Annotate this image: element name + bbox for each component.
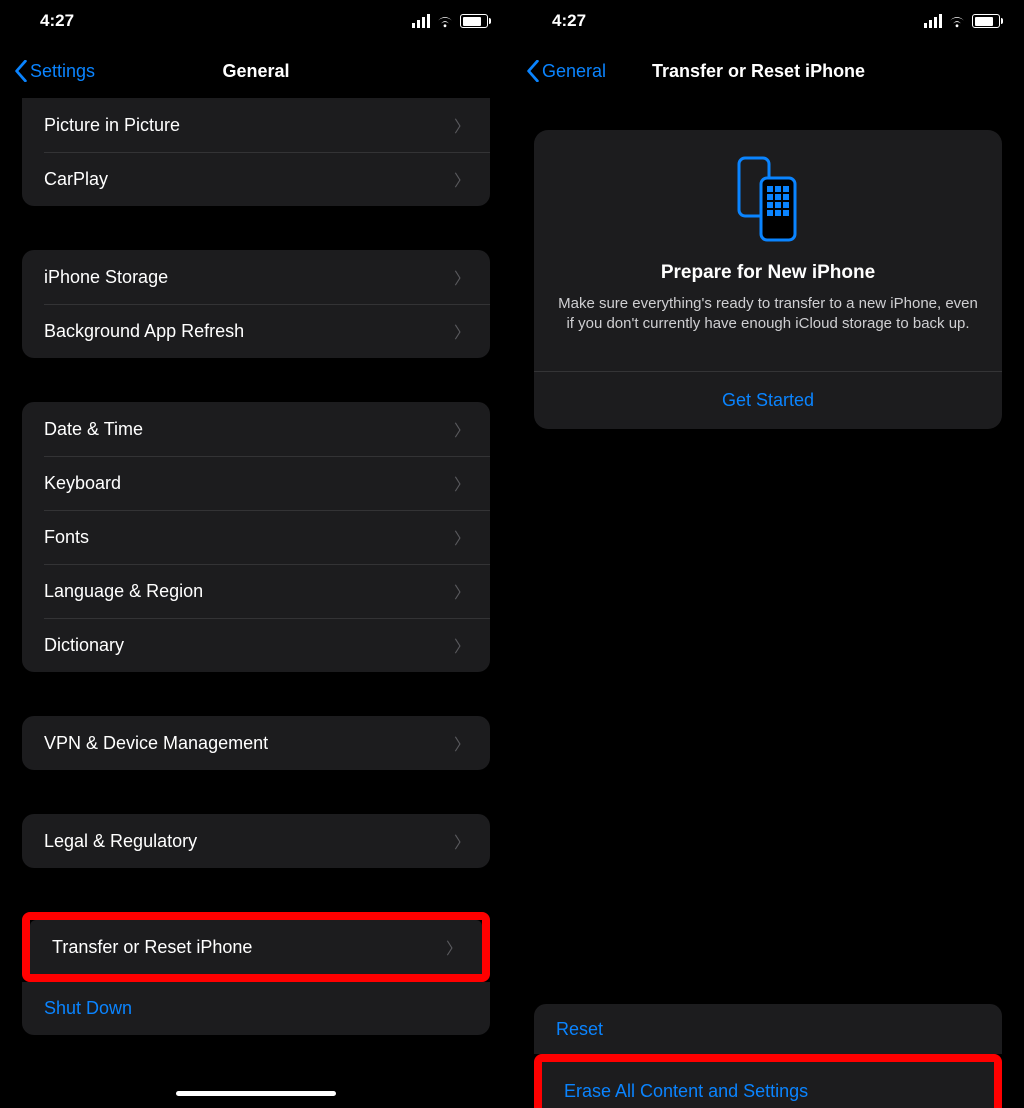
wifi-icon [436, 14, 454, 28]
settings-group: VPN & Device Management 〉 [22, 716, 490, 770]
cellular-signal-icon [924, 14, 942, 28]
back-button[interactable]: Settings [14, 60, 95, 82]
page-title: General [222, 61, 289, 82]
row-label: Legal & Regulatory [44, 831, 197, 852]
cellular-signal-icon [412, 14, 430, 28]
settings-group: Picture in Picture 〉 CarPlay 〉 [22, 98, 490, 206]
highlight-box: Transfer or Reset iPhone 〉 [22, 912, 490, 982]
row-language-region[interactable]: Language & Region 〉 [22, 564, 490, 618]
battery-icon [972, 14, 1000, 28]
content-area: Picture in Picture 〉 CarPlay 〉 iPhone St… [0, 98, 512, 1106]
row-label: Fonts [44, 527, 89, 548]
row-vpn-device-management[interactable]: VPN & Device Management 〉 [22, 716, 490, 770]
row-iphone-storage[interactable]: iPhone Storage 〉 [22, 250, 490, 304]
status-bar: 4:27 [0, 0, 512, 42]
row-legal-regulatory[interactable]: Legal & Regulatory 〉 [22, 814, 490, 868]
row-label: VPN & Device Management [44, 733, 268, 754]
chevron-right-icon: 〉 [454, 417, 470, 441]
chevron-right-icon: 〉 [454, 731, 470, 755]
screen-general-settings: 4:27 Settings General Picture in Picture… [0, 0, 512, 1108]
settings-group: iPhone Storage 〉 Background App Refresh … [22, 250, 490, 358]
row-erase-all-content-and-settings[interactable]: Erase All Content and Settings [542, 1062, 994, 1108]
back-label: Settings [30, 61, 95, 82]
row-keyboard[interactable]: Keyboard 〉 [22, 456, 490, 510]
row-transfer-or-reset-iphone[interactable]: Transfer or Reset iPhone 〉 [30, 920, 482, 974]
screen-transfer-or-reset: 4:27 General Transfer or Reset iPhone [512, 0, 1024, 1108]
row-reset[interactable]: Reset [534, 1004, 1002, 1054]
settings-group: Legal & Regulatory 〉 [22, 814, 490, 868]
row-label: iPhone Storage [44, 267, 168, 288]
row-picture-in-picture[interactable]: Picture in Picture 〉 [22, 98, 490, 152]
chevron-right-icon: 〉 [454, 579, 470, 603]
row-label: Background App Refresh [44, 321, 244, 342]
row-background-app-refresh[interactable]: Background App Refresh 〉 [22, 304, 490, 358]
chevron-right-icon: 〉 [454, 319, 470, 343]
battery-icon [460, 14, 488, 28]
card-text: Make sure everything's ready to transfer… [558, 294, 978, 335]
chevron-right-icon: 〉 [454, 633, 470, 657]
card-title: Prepare for New iPhone [558, 262, 978, 284]
back-label: General [542, 61, 606, 82]
home-indicator[interactable] [176, 1091, 336, 1096]
row-label: Reset [556, 1019, 603, 1040]
status-icons [924, 14, 1000, 28]
chevron-right-icon: 〉 [454, 829, 470, 853]
status-bar: 4:27 [512, 0, 1024, 42]
row-date-time[interactable]: Date & Time 〉 [22, 402, 490, 456]
chevron-right-icon: 〉 [454, 471, 470, 495]
chevron-left-icon [526, 60, 540, 82]
settings-group: Date & Time 〉 Keyboard 〉 Fonts 〉 Languag… [22, 402, 490, 672]
back-button[interactable]: General [526, 60, 606, 82]
status-time: 4:27 [40, 11, 74, 31]
chevron-right-icon: 〉 [454, 525, 470, 549]
row-carplay[interactable]: CarPlay 〉 [22, 152, 490, 206]
row-label: Shut Down [44, 998, 132, 1018]
row-label: Erase All Content and Settings [564, 1081, 808, 1102]
page-title: Transfer or Reset iPhone [652, 61, 865, 82]
highlight-box: Erase All Content and Settings [534, 1054, 1002, 1108]
row-label: Transfer or Reset iPhone [52, 937, 252, 958]
row-label: Date & Time [44, 419, 143, 440]
prepare-card: Prepare for New iPhone Make sure everyth… [534, 130, 1002, 429]
chevron-left-icon [14, 60, 28, 82]
row-label: Dictionary [44, 635, 124, 656]
nav-bar: Settings General [0, 42, 512, 100]
nav-bar: General Transfer or Reset iPhone [512, 42, 1024, 100]
get-started-button[interactable]: Get Started [534, 371, 1002, 429]
row-label: Picture in Picture [44, 115, 180, 136]
row-label: Language & Region [44, 581, 203, 602]
two-phones-icon [733, 154, 803, 248]
wifi-icon [948, 14, 966, 28]
chevron-right-icon: 〉 [454, 265, 470, 289]
row-dictionary[interactable]: Dictionary 〉 [22, 618, 490, 672]
row-label: Keyboard [44, 473, 121, 494]
status-time: 4:27 [552, 11, 586, 31]
chevron-right-icon: 〉 [454, 113, 470, 137]
content-area: Prepare for New iPhone Make sure everyth… [512, 130, 1024, 1108]
chevron-right-icon: 〉 [446, 935, 462, 959]
bottom-actions: Reset Erase All Content and Settings [534, 1004, 1002, 1108]
settings-group: Reset [534, 1004, 1002, 1054]
row-label: CarPlay [44, 169, 108, 190]
row-shut-down[interactable]: Shut Down [22, 982, 490, 1035]
row-fonts[interactable]: Fonts 〉 [22, 510, 490, 564]
status-icons [412, 14, 488, 28]
chevron-right-icon: 〉 [454, 167, 470, 191]
